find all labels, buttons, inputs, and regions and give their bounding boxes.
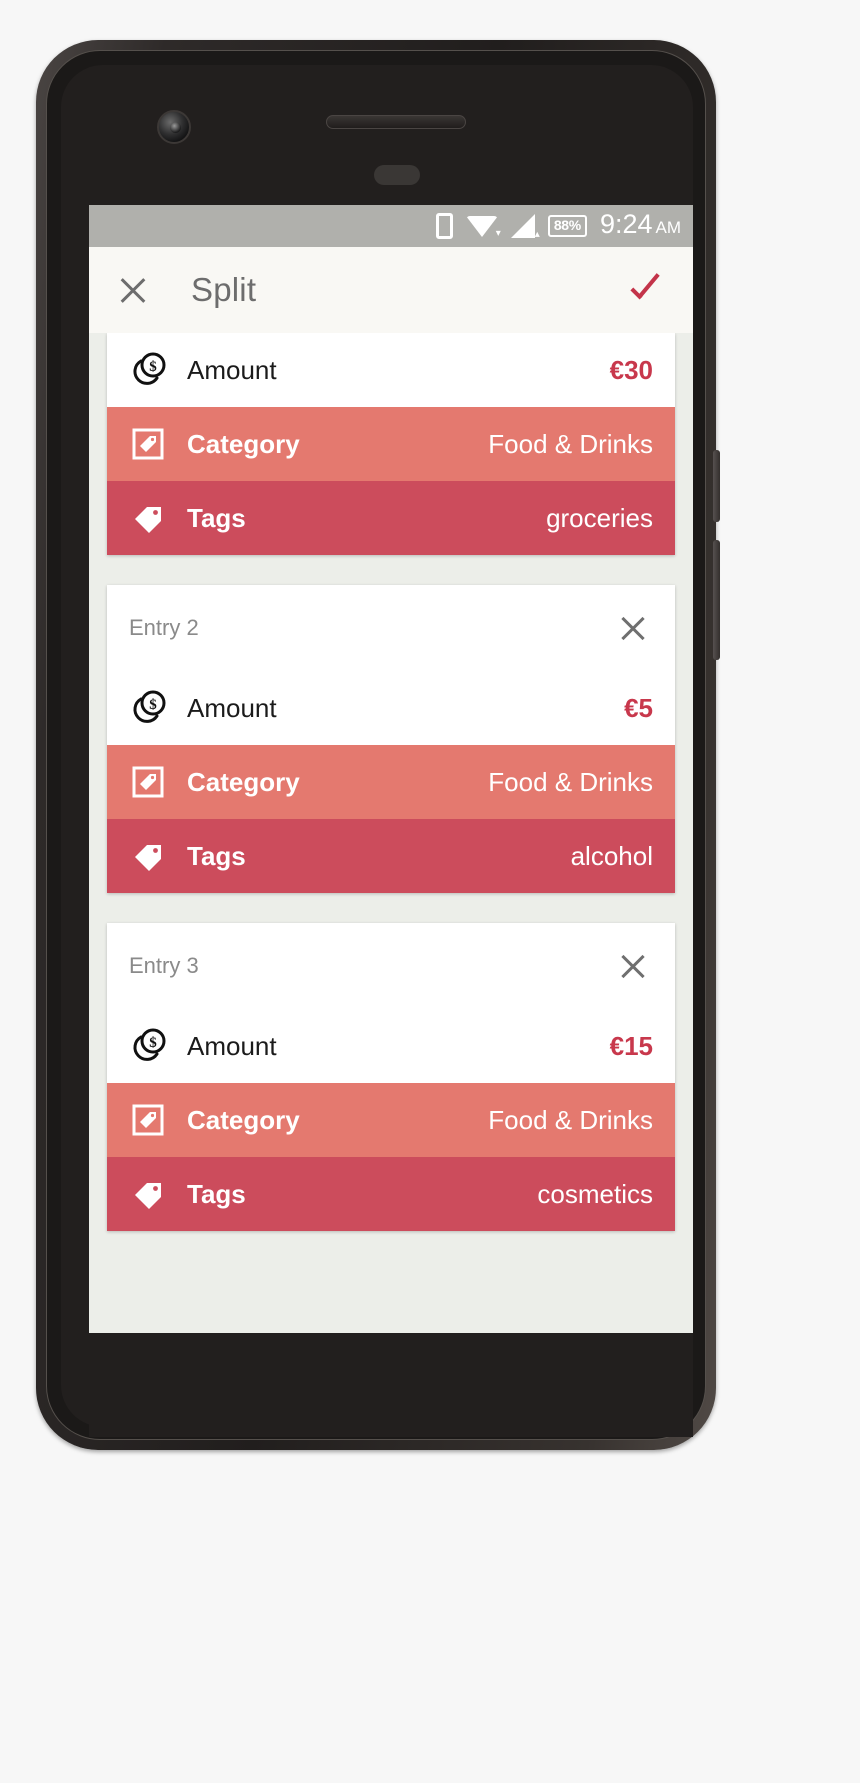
category-value: Food & Drinks xyxy=(488,766,653,797)
volume-button[interactable] xyxy=(713,540,720,660)
entry-title: Entry 2 xyxy=(129,615,199,640)
tags-row[interactable]: Tags cosmetics xyxy=(107,1157,675,1231)
close-icon[interactable] xyxy=(111,268,155,312)
entry-card: Entry 2 $ Amount €5 Category Food & Drin… xyxy=(107,585,675,893)
category-row[interactable]: Category Food & Drinks xyxy=(107,745,675,819)
clock-time: 9:24 xyxy=(599,209,653,239)
earpiece-speaker xyxy=(326,115,466,129)
svg-text:$: $ xyxy=(149,1035,157,1051)
entry-title: Entry 3 xyxy=(129,953,199,978)
tags-row[interactable]: Tags groceries xyxy=(107,481,675,555)
tag-icon xyxy=(129,1175,181,1213)
tag-icon xyxy=(129,837,181,875)
amount-value: €15 xyxy=(609,1030,653,1061)
amount-value: €5 xyxy=(624,692,653,723)
amount-label: Amount xyxy=(187,692,277,723)
coin-icon: $ xyxy=(129,688,181,728)
screenshot-stage: ▾ ▴ 88% 9:24 AM Split $ Amount €30 Categ… xyxy=(0,0,860,1783)
category-tag-icon xyxy=(129,1101,181,1139)
app-bar: Split xyxy=(89,247,693,333)
sim-card-icon xyxy=(435,213,453,239)
tags-row[interactable]: Tags alcohol xyxy=(107,819,675,893)
phone-device-frame: ▾ ▴ 88% 9:24 AM Split $ Amount €30 Categ… xyxy=(36,40,720,1450)
coin-icon: $ xyxy=(129,1026,181,1066)
category-row[interactable]: Category Food & Drinks xyxy=(107,407,675,481)
tags-label: Tags xyxy=(187,840,246,871)
power-button[interactable] xyxy=(713,450,720,522)
tags-label: Tags xyxy=(187,1178,246,1209)
category-tag-icon xyxy=(129,425,181,463)
status-bar: ▾ ▴ 88% 9:24 AM xyxy=(89,205,693,247)
amount-label: Amount xyxy=(187,354,277,385)
remove-entry-icon[interactable] xyxy=(613,608,653,648)
tags-value: alcohol xyxy=(570,840,653,871)
entry-header: Entry 3 xyxy=(107,923,675,1009)
amount-row[interactable]: $ Amount €15 xyxy=(107,1009,675,1083)
amount-value: €30 xyxy=(609,354,653,385)
phone-bezel: ▾ ▴ 88% 9:24 AM Split $ Amount €30 Categ… xyxy=(46,50,706,1440)
entry-card: Entry 3 $ Amount €15 Category Food & Dri… xyxy=(107,923,675,1231)
phone-bottom-chin xyxy=(89,1333,693,1437)
svg-text:$: $ xyxy=(149,697,157,713)
category-row[interactable]: Category Food & Drinks xyxy=(107,1083,675,1157)
page-title: Split xyxy=(191,271,257,308)
phone-screen: ▾ ▴ 88% 9:24 AM Split $ Amount €30 Categ… xyxy=(89,205,693,1333)
amount-row[interactable]: $ Amount €30 xyxy=(107,333,675,407)
tags-value: groceries xyxy=(546,502,653,533)
battery-icon: 88% xyxy=(547,215,587,237)
status-clock: 9:24 AM xyxy=(600,211,681,241)
category-label: Category xyxy=(187,1104,300,1135)
check-icon[interactable] xyxy=(625,267,671,313)
amount-label: Amount xyxy=(187,1030,277,1061)
amount-row[interactable]: $ Amount €5 xyxy=(107,671,675,745)
remove-entry-icon[interactable] xyxy=(613,946,653,986)
category-tag-icon xyxy=(129,763,181,801)
coin-icon: $ xyxy=(129,350,181,390)
svg-text:$: $ xyxy=(149,359,157,375)
wifi-icon: ▾ xyxy=(465,215,501,238)
front-camera-icon xyxy=(157,110,191,144)
category-value: Food & Drinks xyxy=(488,1104,653,1135)
phone-face: ▾ ▴ 88% 9:24 AM Split $ Amount €30 Categ… xyxy=(61,65,693,1437)
tags-label: Tags xyxy=(187,502,246,533)
clock-ampm: AM xyxy=(655,218,682,237)
entries-scroll-area[interactable]: $ Amount €30 Category Food & Drinks Tags… xyxy=(89,333,693,1333)
category-value: Food & Drinks xyxy=(488,428,653,459)
tags-value: cosmetics xyxy=(537,1178,653,1209)
proximity-sensor xyxy=(374,165,420,185)
entry-card: $ Amount €30 Category Food & Drinks Tags… xyxy=(107,333,675,555)
entry-header: Entry 2 xyxy=(107,585,675,671)
cellular-signal-icon: ▴ xyxy=(510,214,540,240)
category-label: Category xyxy=(187,766,300,797)
tag-icon xyxy=(129,499,181,537)
category-label: Category xyxy=(187,428,300,459)
